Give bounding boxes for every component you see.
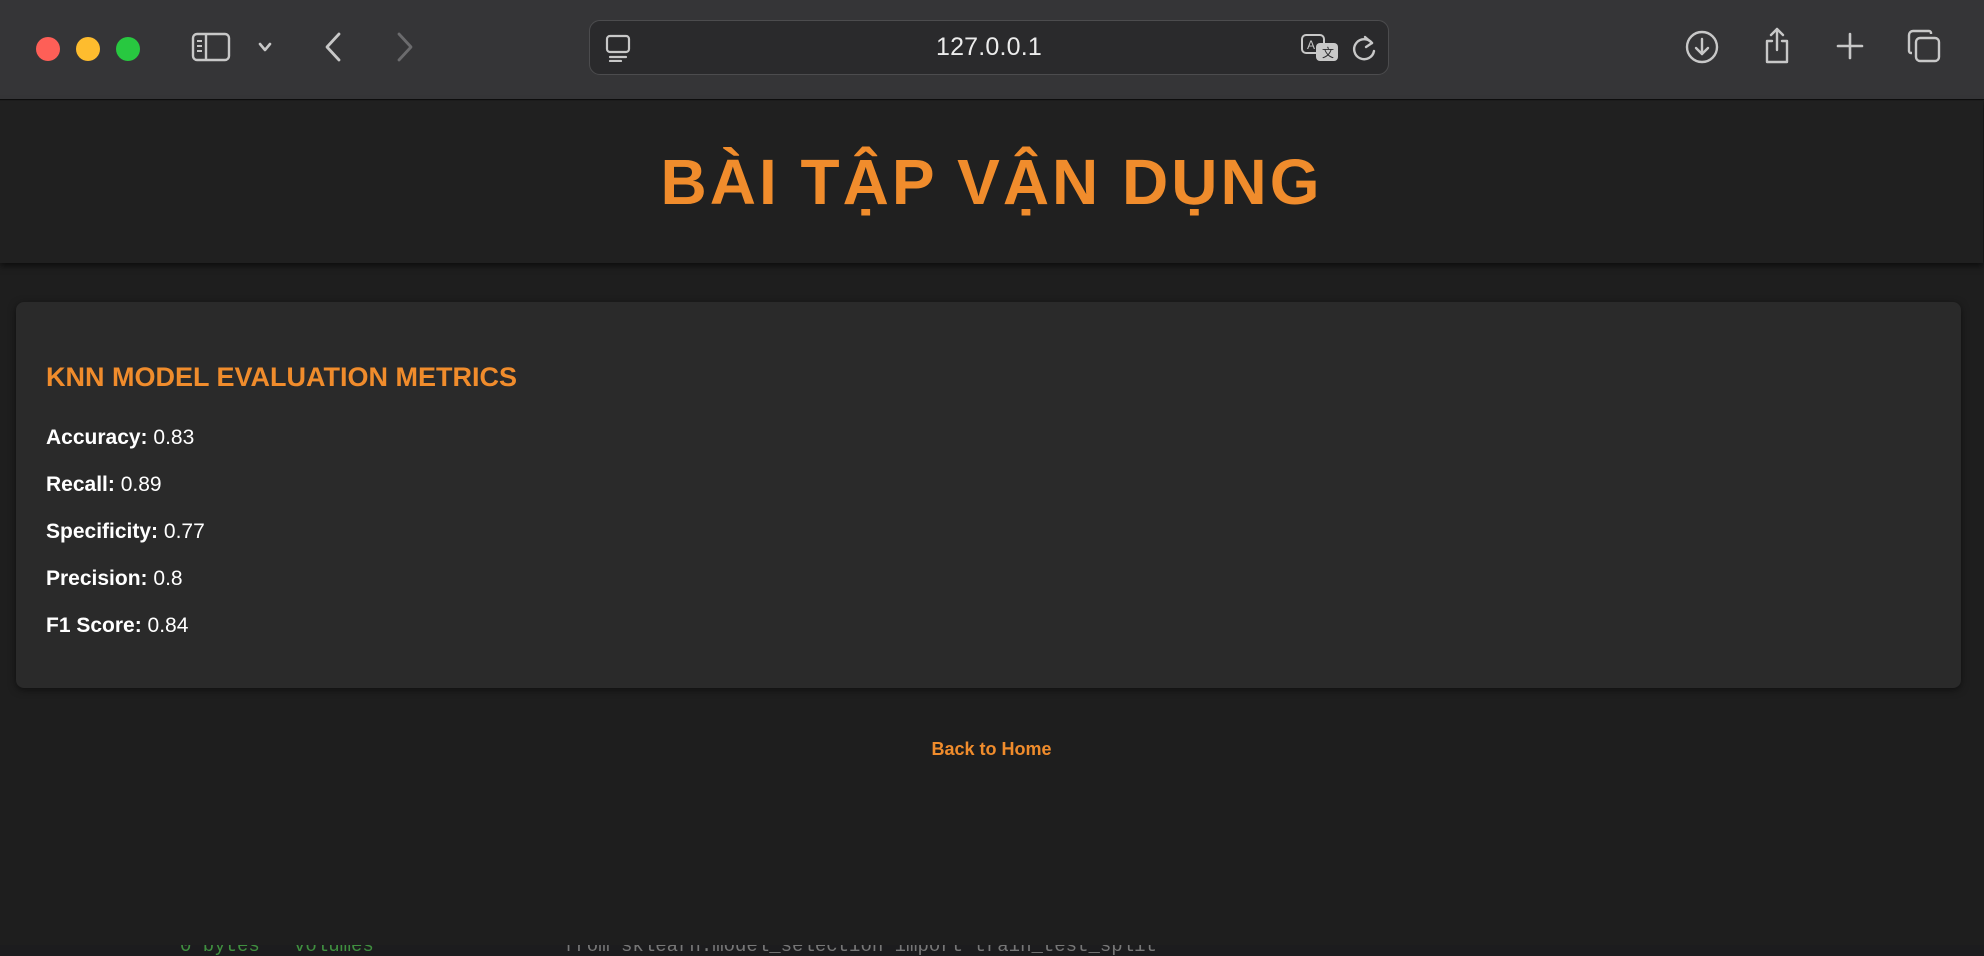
reload-icon[interactable] — [1350, 33, 1380, 63]
address-bar[interactable]: 127.0.0.1 A 文 — [589, 20, 1389, 75]
back-arrow-icon[interactable] — [320, 30, 346, 64]
url-text[interactable]: 127.0.0.1 — [590, 21, 1388, 74]
tabs-overview-icon[interactable] — [1906, 28, 1942, 64]
chevron-down-icon[interactable] — [256, 38, 274, 56]
card-title: KNN MODEL EVALUATION METRICS — [46, 362, 517, 392]
metric-accuracy: Accuracy: 0.83 — [46, 426, 194, 450]
metric-value: 0.77 — [163, 520, 205, 543]
metrics-card: KNN MODEL EVALUATION METRICS Accuracy: 0… — [16, 302, 1961, 688]
metric-label: F1 Score: — [46, 614, 142, 637]
window-maximize-button[interactable] — [116, 37, 140, 61]
download-icon[interactable] — [1684, 29, 1720, 65]
metric-value: 0.89 — [120, 473, 162, 496]
metric-label: Specificity: — [46, 520, 159, 543]
translate-icon[interactable]: A 文 — [1300, 32, 1340, 64]
background-code-text: from sklearn.model_selection import trai… — [564, 945, 1157, 956]
browser-window: 127.0.0.1 A 文 BÀI TẬP VẬN DỤNG KNN MODEL… — [0, 0, 1984, 945]
metric-label: Accuracy: — [46, 426, 148, 449]
svg-text:文: 文 — [1322, 45, 1334, 60]
share-icon[interactable] — [1760, 26, 1794, 66]
metric-value: 0.83 — [153, 426, 195, 449]
metric-label: Recall: — [46, 473, 115, 496]
window-close-button[interactable] — [36, 37, 60, 61]
page-header: BÀI TẬP VẬN DỤNG — [0, 101, 1983, 263]
metric-label: Precision: — [46, 567, 148, 590]
background-app-strip: 0 bytes volumes from sklearn.model_selec… — [0, 945, 1984, 956]
forward-arrow-icon[interactable] — [392, 30, 418, 64]
background-app-text: 0 bytes volumes — [180, 945, 374, 956]
metric-value: 0.84 — [147, 614, 189, 637]
plus-icon[interactable] — [1834, 30, 1866, 62]
back-to-home-link[interactable]: Back to Home — [0, 739, 1983, 760]
page-title: BÀI TẬP VẬN DỤNG — [660, 146, 1323, 218]
web-page: BÀI TẬP VẬN DỤNG KNN MODEL EVALUATION ME… — [0, 101, 1983, 945]
metric-precision: Precision: 0.8 — [46, 567, 183, 591]
metric-value: 0.8 — [153, 567, 183, 590]
metric-recall: Recall: 0.89 — [46, 473, 162, 497]
svg-text:A: A — [1307, 38, 1315, 52]
browser-toolbar: 127.0.0.1 A 文 — [0, 0, 1984, 100]
metric-f1-score: F1 Score: 0.84 — [46, 614, 188, 638]
metric-specificity: Specificity: 0.77 — [46, 520, 205, 544]
sidebar-icon[interactable] — [190, 30, 232, 64]
window-minimize-button[interactable] — [76, 37, 100, 61]
